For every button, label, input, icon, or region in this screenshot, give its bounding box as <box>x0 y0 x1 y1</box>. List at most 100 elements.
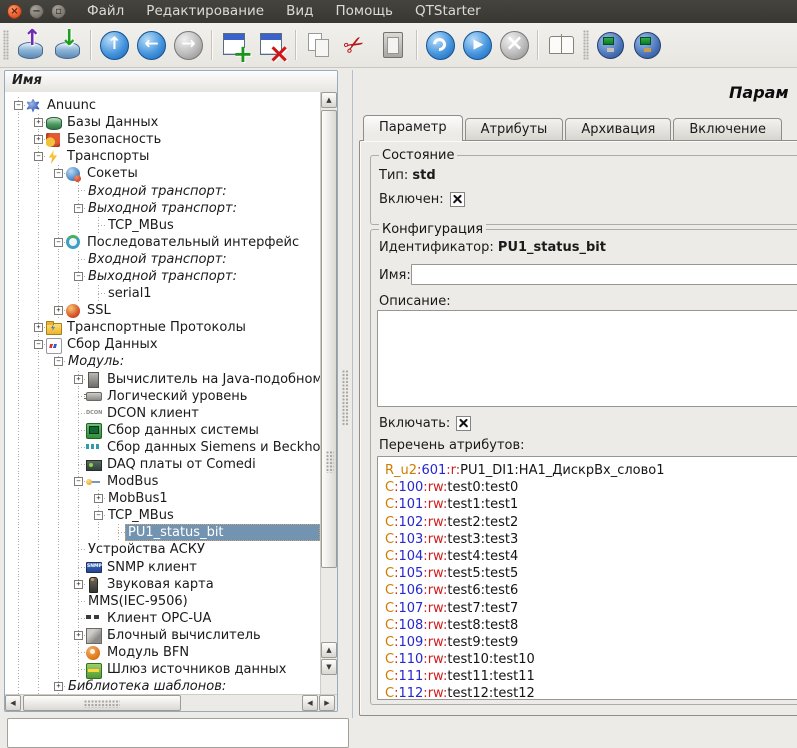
description-textarea[interactable] <box>377 310 797 407</box>
tree-item[interactable]: +Безопасность <box>5 131 320 148</box>
scroll-up2-icon[interactable]: ▲ <box>321 642 337 658</box>
expand-icon[interactable]: + <box>74 580 83 589</box>
collapse-icon[interactable]: − <box>94 511 103 520</box>
tree-item[interactable]: +MobBus1 <box>5 490 320 507</box>
scroll-down-icon[interactable]: ▼ <box>321 659 337 675</box>
expand-icon[interactable]: + <box>34 118 43 127</box>
tree-item[interactable]: Клиент OPC-UA <box>5 610 320 627</box>
tree-item[interactable]: +Транспортные Протоколы <box>5 319 320 336</box>
tree-item[interactable]: +Блочный вычислитель <box>5 627 320 644</box>
load-button[interactable] <box>12 27 49 64</box>
expand-icon[interactable]: + <box>94 494 103 503</box>
up-button[interactable] <box>96 27 133 64</box>
tree-item[interactable]: serial1 <box>5 285 320 302</box>
tree-item[interactable]: Входной транспорт: <box>5 182 320 199</box>
menu-view[interactable]: Вид <box>275 0 324 23</box>
scroll-right-icon[interactable]: ▶ <box>319 695 335 711</box>
tree-item[interactable]: −Выходной транспорт: <box>5 200 320 217</box>
expand-icon[interactable]: + <box>54 682 63 691</box>
tree-item[interactable]: −Anuunc <box>5 97 320 114</box>
expand-icon[interactable]: + <box>54 306 63 315</box>
tree-item[interactable]: −TCP_MBus <box>5 507 320 524</box>
collapse-icon[interactable]: − <box>34 340 43 349</box>
tree-item[interactable]: Входной транспорт: <box>5 251 320 268</box>
toolbar-drag-handle[interactable] <box>3 30 9 60</box>
tab-параметр[interactable]: Параметр <box>363 115 463 141</box>
tree-item[interactable]: +Вычислитель на Java-подобном <box>5 371 320 388</box>
expand-icon[interactable]: + <box>34 323 43 332</box>
name-input[interactable] <box>411 264 797 285</box>
collapse-icon[interactable]: − <box>74 272 83 281</box>
menu-help[interactable]: Помощь <box>324 0 404 23</box>
expand-icon[interactable]: + <box>74 375 83 384</box>
save-button[interactable] <box>49 27 86 64</box>
tree-item[interactable]: +SSL <box>5 302 320 319</box>
tree-item[interactable]: −Сбор Данных <box>5 336 320 353</box>
tree-item[interactable]: −Последовательный интерфейс <box>5 234 320 251</box>
delete-item-button[interactable] <box>254 27 291 64</box>
tree-item[interactable]: −Модуль: <box>5 353 320 370</box>
collapse-icon[interactable]: − <box>74 477 83 486</box>
menu-qtstarter[interactable]: QTStarter <box>404 0 492 23</box>
manual-button[interactable] <box>543 27 580 64</box>
tree-column-header[interactable]: Имя <box>5 71 337 93</box>
collapse-icon[interactable]: − <box>14 101 23 110</box>
tree-item[interactable]: DAQ платы от Comedi <box>5 456 320 473</box>
forward-button[interactable] <box>170 27 207 64</box>
start-button[interactable] <box>459 27 496 64</box>
tree-item[interactable]: Сбор данных Siemens и Beckhof <box>5 439 320 456</box>
menu-file[interactable]: Файл <box>76 0 135 23</box>
tree-item[interactable]: MMS(IEC-9506) <box>5 593 320 610</box>
back-button[interactable] <box>133 27 170 64</box>
tree-item[interactable]: −Сокеты <box>5 165 320 182</box>
tree-item[interactable]: Модуль BFN <box>5 644 320 661</box>
collapse-icon[interactable]: − <box>54 357 63 366</box>
tree-item[interactable]: −ModBus <box>5 473 320 490</box>
vertical-scroll-thumb[interactable] <box>321 110 337 568</box>
tree-item[interactable]: −Выходной транспорт: <box>5 268 320 285</box>
tab-архивация[interactable]: Архивация <box>565 118 671 141</box>
qtcfg-tool-button[interactable] <box>592 27 629 64</box>
toolbar-drag-handle[interactable] <box>583 30 589 60</box>
tab-включение[interactable]: Включение <box>673 118 782 141</box>
expand-icon[interactable]: + <box>74 631 83 640</box>
tree-vertical-scrollbar[interactable]: ▲ ▲ ▼ <box>320 92 337 694</box>
collapse-icon[interactable]: − <box>54 169 63 178</box>
tree-item[interactable]: −Транспорты <box>5 148 320 165</box>
tree-horizontal-scrollbar[interactable]: ◀ ◀ ▶ <box>5 694 337 711</box>
tree-item[interactable]: +Библиотека шаблонов: <box>5 678 320 694</box>
panel-splitter[interactable] <box>339 70 352 718</box>
tree-item[interactable]: +Базы Данных <box>5 114 320 131</box>
close-window-icon[interactable]: × <box>7 4 22 19</box>
tree-item[interactable]: PU1_status_bit <box>5 524 320 541</box>
expand-icon[interactable]: + <box>34 135 43 144</box>
add-item-button[interactable] <box>217 27 254 64</box>
horizontal-scroll-thumb[interactable] <box>23 695 181 711</box>
maximize-window-icon[interactable]: ▫ <box>51 4 66 19</box>
scroll-up-icon[interactable]: ▲ <box>321 92 337 108</box>
tree-item[interactable]: Шлюз источников данных <box>5 661 320 678</box>
cut-button[interactable] <box>338 27 375 64</box>
tree-item[interactable]: DCONDCON клиент <box>5 405 320 422</box>
collapse-icon[interactable]: − <box>74 204 83 213</box>
reload-button[interactable] <box>422 27 459 64</box>
minimize-window-icon[interactable]: − <box>29 4 44 19</box>
scroll-left-icon[interactable]: ◀ <box>5 695 21 711</box>
collapse-icon[interactable]: − <box>34 152 43 161</box>
vision-tool-button[interactable] <box>629 27 666 64</box>
enabled-checkbox[interactable] <box>450 192 465 207</box>
paste-button[interactable] <box>375 27 412 64</box>
copy-button[interactable] <box>301 27 338 64</box>
tree-item[interactable]: Устройства АСКУ <box>5 541 320 558</box>
menu-edit[interactable]: Редактирование <box>135 0 275 23</box>
to-enable-checkbox[interactable] <box>456 416 471 431</box>
tree-item[interactable]: SNMPSNMP клиент <box>5 559 320 576</box>
tree-item[interactable]: +Звуковая карта <box>5 576 320 593</box>
collapse-icon[interactable]: − <box>54 238 63 247</box>
attribute-list[interactable]: R_u2:601:r:PU1_DI1:HA1_ДискрВх_слово1C:1… <box>377 456 797 700</box>
tab-атрибуты[interactable]: Атрибуты <box>465 118 564 141</box>
tree-item[interactable]: Сбор данных системы <box>5 422 320 439</box>
scroll-left2-icon[interactable]: ◀ <box>302 695 318 711</box>
tree-item[interactable]: Логический уровень <box>5 388 320 405</box>
stop-button[interactable] <box>496 27 533 64</box>
